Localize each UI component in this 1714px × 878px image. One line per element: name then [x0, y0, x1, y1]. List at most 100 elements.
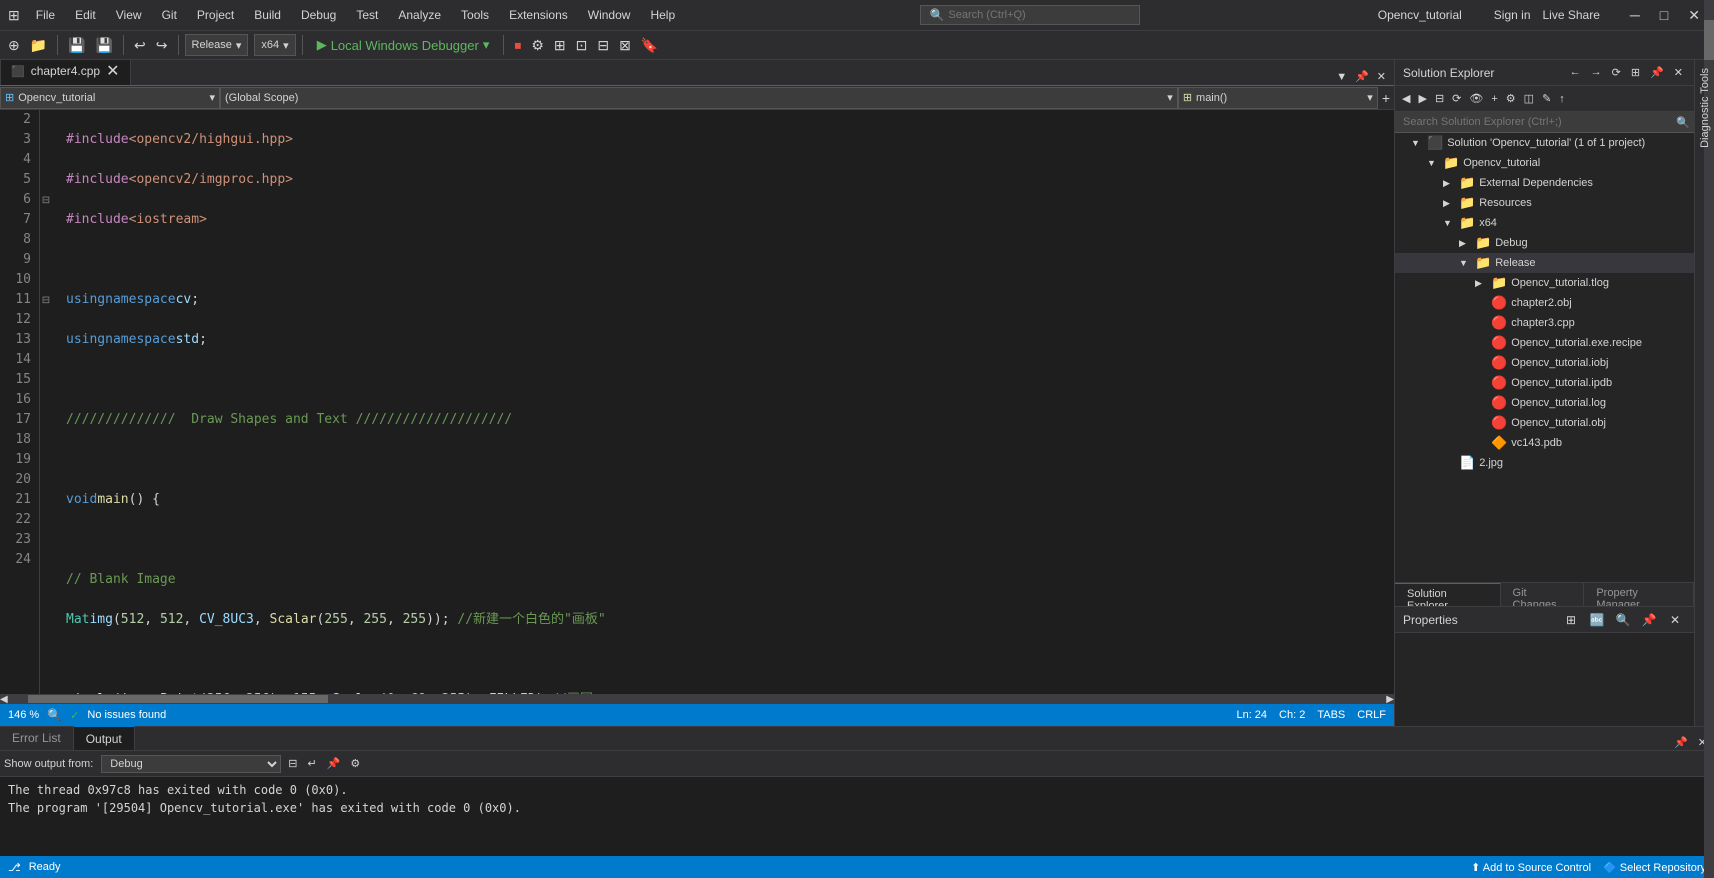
search-input[interactable] — [948, 9, 1108, 21]
tree-2jpg[interactable]: 📄 2.jpg — [1395, 453, 1694, 473]
scope-left-dropdown[interactable]: ⊞ Opencv_tutorial ▾ — [0, 87, 220, 109]
tree-project[interactable]: ▼ 📁 Opencv_tutorial — [1395, 153, 1694, 173]
tree-pdb[interactable]: 🔶 vc143.pdb — [1395, 433, 1694, 453]
menu-extensions[interactable]: Extensions — [501, 6, 576, 24]
menu-project[interactable]: Project — [189, 6, 242, 24]
redo-btn[interactable]: ↪ — [152, 35, 172, 56]
toolbar-btn-extra3[interactable]: ⊡ — [572, 35, 592, 56]
toolbar-btn-extra6[interactable]: 🔖 — [637, 35, 662, 56]
tree-x64[interactable]: ▼ 📁 x64 — [1395, 213, 1694, 233]
tree-debug[interactable]: ▶ 📁 Debug — [1395, 233, 1694, 253]
se-new-solution-explorer[interactable]: + — [1488, 92, 1500, 106]
tab-error-list[interactable]: Error List — [0, 726, 74, 750]
tab-property-manager[interactable]: Property Manager — [1584, 583, 1694, 606]
select-repository-btn[interactable]: 🔷 Select Repository — [1603, 861, 1706, 874]
collapse-namespace[interactable]: ⊟ — [40, 190, 52, 210]
collapse-main[interactable]: ⊟ — [40, 290, 52, 310]
tree-tlog[interactable]: ▶ 📁 Opencv_tutorial.tlog — [1395, 273, 1694, 293]
menu-view[interactable]: View — [108, 6, 150, 24]
prop-pin-btn[interactable]: 📌 — [1638, 609, 1660, 631]
se-preview[interactable]: ◫ — [1521, 91, 1537, 106]
menu-analyze[interactable]: Analyze — [390, 6, 449, 24]
run-debugger-btn[interactable]: ▶ Local Windows Debugger ▾ — [309, 35, 498, 55]
toolbar-btn-extra4[interactable]: ⊟ — [593, 35, 613, 56]
toolbar-btn-extra2[interactable]: ⊞ — [550, 35, 570, 56]
se-refresh[interactable]: ⟳ — [1449, 91, 1464, 106]
se-filter-btn[interactable]: ⊞ — [1628, 65, 1643, 80]
tab-panel-close-btn[interactable]: ✕ — [1373, 68, 1390, 85]
toolbar-btn-extra1[interactable]: ⚙ — [527, 35, 548, 56]
live-share-btn[interactable]: Live Share — [1543, 8, 1600, 22]
tree-iobj[interactable]: 🔴 Opencv_tutorial.iobj — [1395, 353, 1694, 373]
sign-in-btn[interactable]: Sign in — [1494, 8, 1531, 22]
h-scroll-right-btn[interactable]: ▶ — [1386, 694, 1394, 705]
menu-git[interactable]: Git — [154, 6, 185, 24]
tree-ipdb[interactable]: 🔴 Opencv_tutorial.ipdb — [1395, 373, 1694, 393]
tree-resources[interactable]: ▶ 📁 Resources — [1395, 193, 1694, 213]
h-scroll-left-btn[interactable]: ◀ — [0, 694, 8, 705]
tab-git-changes[interactable]: Git Changes — [1501, 583, 1585, 606]
search-box[interactable]: 🔍 — [920, 5, 1140, 25]
solution-search-input[interactable] — [1399, 114, 1676, 130]
se-close-btn[interactable]: ✕ — [1671, 65, 1686, 80]
save-btn[interactable]: 💾 — [64, 35, 89, 56]
tab-chapter4[interactable]: ⬛ chapter4.cpp ✕ — [0, 60, 131, 85]
zoom-level[interactable]: 146 % — [8, 709, 39, 721]
se-sync-btn[interactable]: ⟳ — [1609, 65, 1624, 80]
platform-dropdown[interactable]: x64 ▾ — [254, 34, 295, 56]
code-content[interactable]: #include <opencv2/highgui.hpp> #include … — [54, 110, 1394, 694]
close-button[interactable]: ✕ — [1682, 7, 1706, 24]
menu-tools[interactable]: Tools — [453, 6, 497, 24]
h-scrollbar-thumb[interactable] — [28, 695, 328, 703]
menu-window[interactable]: Window — [580, 6, 639, 24]
diagnostic-label[interactable]: Diagnostic Tools — [1699, 68, 1711, 148]
menu-help[interactable]: Help — [642, 6, 683, 24]
add-to-source-btn[interactable]: ⬆ Add to Source Control — [1471, 861, 1591, 874]
tab-panel-arrow-btn[interactable]: ▼ — [1332, 69, 1351, 85]
line-endings-indicator[interactable]: CRLF — [1357, 709, 1386, 721]
se-nav-back[interactable]: ◀ — [1399, 91, 1413, 106]
menu-file[interactable]: File — [28, 6, 63, 24]
menu-debug[interactable]: Debug — [293, 6, 344, 24]
undo-btn[interactable]: ↩ — [130, 35, 150, 56]
tabs-indicator[interactable]: TABS — [1317, 709, 1345, 721]
stop-btn[interactable]: ⏹ — [510, 35, 525, 56]
se-nav-forward[interactable]: ▶ — [1415, 91, 1429, 106]
save-all-btn[interactable]: 💾 — [92, 35, 117, 56]
output-wrap-btn[interactable]: ↵ — [305, 756, 320, 771]
prop-alpha-btn[interactable]: 🔤 — [1586, 609, 1608, 631]
tab-output[interactable]: Output — [74, 726, 135, 750]
tree-obj[interactable]: 🔴 Opencv_tutorial.obj — [1395, 413, 1694, 433]
menu-test[interactable]: Test — [348, 6, 386, 24]
tree-chapter3cpp[interactable]: 🔴 chapter3.cpp — [1395, 313, 1694, 333]
se-properties[interactable]: ⚙ — [1503, 91, 1519, 106]
addr-bar-plus-btn[interactable]: + — [1378, 88, 1394, 108]
tab-panel-pin-btn[interactable]: 📌 — [1351, 68, 1373, 85]
se-forward-btn[interactable]: → — [1588, 65, 1605, 80]
solution-search[interactable]: 🔍 — [1395, 112, 1694, 133]
zoom-icon[interactable]: 🔍 — [47, 708, 62, 722]
prop-search-btn[interactable]: 🔍 — [1612, 609, 1634, 631]
new-file-btn[interactable]: ⊕ — [4, 35, 24, 56]
config-dropdown[interactable]: Release ▾ — [185, 34, 249, 56]
prop-category-btn[interactable]: ⊞ — [1560, 609, 1582, 631]
tree-release[interactable]: ▼ 📁 Release — [1395, 253, 1694, 273]
se-pin-btn[interactable]: 📌 — [1647, 65, 1667, 80]
toolbar-btn-extra5[interactable]: ⊠ — [615, 35, 635, 56]
minimize-button[interactable]: ─ — [1624, 7, 1646, 24]
se-show-all[interactable]: 👁 — [1466, 91, 1486, 106]
tree-chapter2obj[interactable]: 🔴 chapter2.obj — [1395, 293, 1694, 313]
tree-log[interactable]: 🔴 Opencv_tutorial.log — [1395, 393, 1694, 413]
tree-ext-deps[interactable]: ▶ 📁 External Dependencies — [1395, 173, 1694, 193]
output-settings-btn[interactable]: ⚙ — [347, 756, 363, 771]
output-pin-btn[interactable]: 📌 — [1671, 735, 1691, 750]
tree-exerecipe[interactable]: 🔴 Opencv_tutorial.exe.recipe — [1395, 333, 1694, 353]
menu-build[interactable]: Build — [246, 6, 289, 24]
tree-solution[interactable]: ▼ ⬛ Solution 'Opencv_tutorial' (1 of 1 p… — [1395, 133, 1694, 153]
menu-edit[interactable]: Edit — [67, 6, 104, 24]
horizontal-scrollbar[interactable]: ◀ ▶ — [0, 694, 1394, 704]
se-scope-up[interactable]: ↑ — [1556, 92, 1568, 106]
scope-right-dropdown[interactable]: (Global Scope) ▾ — [220, 87, 1178, 109]
tab-solution-explorer[interactable]: Solution Explorer — [1395, 583, 1501, 606]
output-clear-btn[interactable]: ⊟ — [285, 756, 300, 771]
